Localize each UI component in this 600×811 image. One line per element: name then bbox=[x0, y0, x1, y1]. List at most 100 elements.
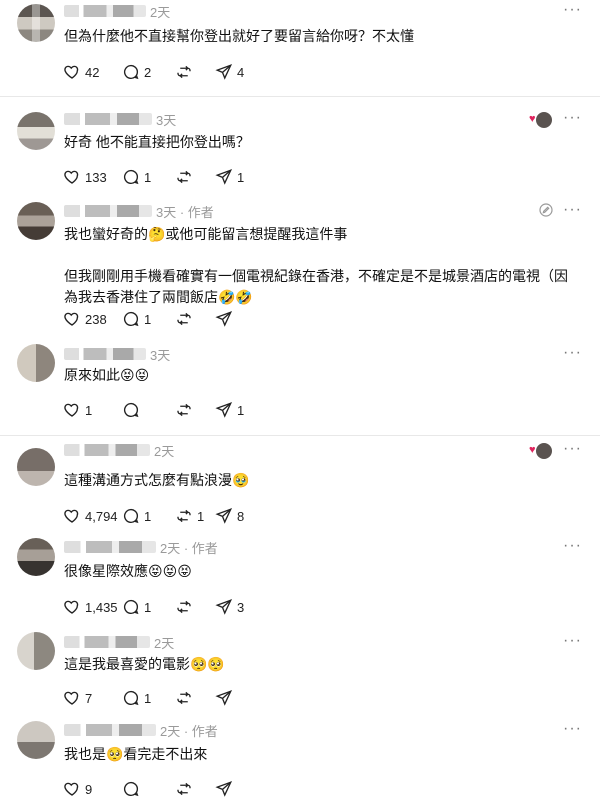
share-button[interactable]: 8 bbox=[215, 506, 244, 526]
author-liked-avatar: ♥ bbox=[529, 443, 552, 459]
comment-icon bbox=[122, 689, 144, 707]
send-icon bbox=[215, 780, 237, 798]
more-icon[interactable]: ··· bbox=[563, 537, 582, 555]
more-icon[interactable]: ··· bbox=[563, 344, 582, 362]
reply-button[interactable] bbox=[122, 400, 144, 420]
repost-button[interactable] bbox=[175, 688, 197, 708]
like-button[interactable]: 42 bbox=[63, 62, 99, 82]
like-button[interactable]: 133 bbox=[63, 167, 107, 187]
likes-count: 9 bbox=[85, 781, 93, 797]
more-icon[interactable]: ··· bbox=[563, 1, 582, 19]
like-button[interactable]: 7 bbox=[63, 688, 92, 708]
repost-button[interactable] bbox=[175, 597, 197, 617]
reply-button[interactable]: 1 bbox=[122, 506, 151, 526]
more-icon[interactable]: ··· bbox=[563, 201, 582, 219]
repost-icon bbox=[175, 401, 197, 419]
heart-icon bbox=[63, 598, 85, 616]
avatar[interactable] bbox=[17, 202, 55, 240]
reply-button[interactable]: 1 bbox=[122, 309, 151, 329]
share-button[interactable]: 4 bbox=[215, 62, 244, 82]
avatar[interactable] bbox=[17, 448, 55, 486]
reply-button[interactable] bbox=[122, 779, 144, 799]
repost-icon bbox=[175, 168, 197, 186]
share-button[interactable]: 1 bbox=[215, 400, 244, 420]
like-button[interactable]: 4,794 bbox=[63, 506, 118, 526]
comment-icon bbox=[122, 598, 144, 616]
repost-button[interactable]: 1 bbox=[175, 506, 204, 526]
comment-item: 2天 · 作者 ··· 很像星際效應😝😝😝 1,435 1 3 bbox=[0, 535, 600, 630]
username-blurred[interactable] bbox=[64, 541, 156, 553]
more-icon[interactable]: ··· bbox=[563, 632, 582, 650]
repost-button[interactable] bbox=[175, 167, 197, 187]
comment-text: 很像星際效應😝😝😝 bbox=[64, 563, 192, 579]
repost-button[interactable] bbox=[175, 400, 197, 420]
liked-heart-icon: ♥ bbox=[529, 444, 536, 456]
reply-button[interactable]: 1 bbox=[122, 597, 151, 617]
share-button[interactable]: 1 bbox=[215, 167, 244, 187]
more-icon[interactable]: ··· bbox=[563, 440, 582, 458]
likes-count: 1 bbox=[85, 402, 93, 418]
reply-button[interactable]: 1 bbox=[122, 688, 151, 708]
heart-icon bbox=[63, 689, 85, 707]
comment-text: 我也蠻好奇的🤔或他可能留言想提醒我這件事 bbox=[64, 226, 348, 242]
username-blurred[interactable] bbox=[64, 5, 146, 17]
reply-button[interactable]: 1 bbox=[122, 167, 151, 187]
repost-button[interactable] bbox=[175, 309, 197, 329]
liked-heart-icon: ♥ bbox=[529, 113, 536, 125]
avatar[interactable] bbox=[17, 112, 55, 150]
repost-icon bbox=[175, 598, 197, 616]
timestamp: 2天 bbox=[154, 636, 175, 651]
comment-item: 2天 ··· 但為什麼他不直接幫你登出就好了要留言給你呀？不太懂 42 2 4 bbox=[0, 0, 600, 97]
username-blurred[interactable] bbox=[64, 444, 150, 456]
like-button[interactable]: 1 bbox=[63, 400, 92, 420]
shares-count: 1 bbox=[237, 402, 245, 418]
share-button[interactable]: 3 bbox=[215, 597, 244, 617]
username-blurred[interactable] bbox=[64, 724, 156, 736]
replies-count: 1 bbox=[144, 599, 152, 615]
send-icon bbox=[215, 507, 237, 525]
username-blurred[interactable] bbox=[64, 205, 152, 217]
thread-divider bbox=[0, 96, 600, 97]
comment-text: 為我去香港住了兩間飯店🤣🤣 bbox=[64, 289, 253, 305]
repost-icon bbox=[175, 689, 197, 707]
send-icon bbox=[215, 310, 237, 328]
share-button[interactable] bbox=[215, 309, 237, 329]
username-blurred[interactable] bbox=[64, 636, 150, 648]
share-button[interactable] bbox=[215, 688, 237, 708]
more-icon[interactable]: ··· bbox=[563, 109, 582, 127]
repost-button[interactable] bbox=[175, 62, 197, 82]
comment-icon bbox=[122, 168, 144, 186]
comment-item: 2天 ··· ♥ 這種溝通方式怎麼有點浪漫🥹 4,794 1 1 8 bbox=[0, 440, 600, 535]
likes-count: 238 bbox=[85, 311, 107, 327]
repost-button[interactable] bbox=[175, 779, 197, 799]
timestamp: 3天 bbox=[156, 113, 177, 128]
timestamp: 3天 bbox=[150, 348, 171, 363]
like-button[interactable]: 238 bbox=[63, 309, 107, 329]
comment-icon bbox=[122, 401, 144, 419]
like-button[interactable]: 9 bbox=[63, 779, 92, 799]
send-icon bbox=[215, 168, 237, 186]
reposts-count: 1 bbox=[197, 508, 205, 524]
share-button[interactable] bbox=[215, 779, 237, 799]
username-blurred[interactable] bbox=[64, 113, 152, 125]
more-icon[interactable]: ··· bbox=[563, 720, 582, 738]
avatar[interactable] bbox=[17, 4, 55, 42]
likes-count: 42 bbox=[85, 64, 100, 80]
reply-button[interactable]: 2 bbox=[122, 62, 151, 82]
send-icon bbox=[215, 401, 237, 419]
avatar[interactable] bbox=[17, 344, 55, 382]
comment-text: 這是我最喜愛的電影🥺🥺 bbox=[64, 656, 225, 672]
comment-text: 好奇 他不能直接把你登出嗎？ bbox=[64, 134, 250, 150]
avatar[interactable] bbox=[17, 721, 55, 759]
timestamp: 2天 bbox=[150, 5, 171, 20]
replies-count: 1 bbox=[144, 690, 152, 706]
likes-count: 133 bbox=[85, 169, 107, 185]
comment-item: 3天 ··· ♥ 好奇 他不能直接把你登出嗎？ 133 1 1 bbox=[0, 100, 600, 195]
comment-icon bbox=[122, 780, 144, 798]
edit-icon[interactable] bbox=[538, 202, 554, 218]
username-blurred[interactable] bbox=[64, 348, 146, 360]
avatar[interactable] bbox=[17, 632, 55, 670]
like-button[interactable]: 1,435 bbox=[63, 597, 118, 617]
heart-icon bbox=[63, 63, 85, 81]
avatar[interactable] bbox=[17, 538, 55, 576]
